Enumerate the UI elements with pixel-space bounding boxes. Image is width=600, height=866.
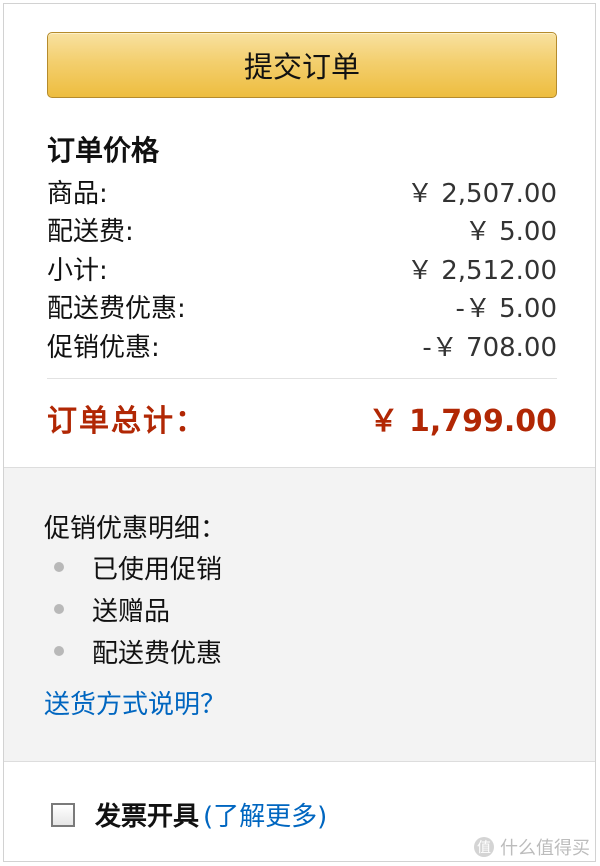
price-row-label: 促销优惠: (47, 332, 160, 363)
invoice-label: 发票开具 (95, 802, 200, 832)
promo-details-title: 促销优惠明细： (44, 514, 227, 544)
promo-item-label: 配送费优惠 (92, 638, 223, 669)
watermark-text: 什么值得买 (500, 838, 590, 859)
promo-list: 已使用促销 送赠品 配送费优惠 (54, 546, 222, 672)
price-row-value: -￥ 708.00 (422, 332, 557, 363)
invoice-checkbox[interactable] (51, 802, 75, 827)
order-total-label: 订单总计： (47, 404, 207, 439)
order-total-value: ￥ 1,799.00 (368, 404, 557, 439)
invoice-option: 发票开具 (了解更多) (51, 796, 327, 833)
price-row-items: 商品: ￥ 2,507.00 (47, 172, 557, 211)
learn-more-link[interactable]: (了解更多) (203, 796, 327, 833)
price-row-value: -￥ 5.00 (455, 294, 557, 325)
watermark: 值 什么值得买 (474, 834, 590, 860)
price-row-shipping-discount: 配送费优惠: -￥ 5.00 (47, 288, 557, 327)
bullet-icon (54, 604, 64, 614)
watermark-logo-icon: 值 (474, 837, 494, 857)
order-total: 订单总计： ￥ 1,799.00 (47, 392, 557, 444)
order-summary-panel: 提交订单 订单价格 商品: ￥ 2,507.00 配送费: ￥ 5.00 小计:… (3, 3, 596, 862)
list-item: 配送费优惠 (54, 630, 222, 672)
price-row-label: 配送费优惠: (47, 294, 186, 325)
price-row-label: 配送费: (47, 217, 134, 248)
list-item: 已使用促销 (54, 546, 222, 588)
promo-details-section: 促销优惠明细： 已使用促销 送赠品 配送费优惠 送货方式说明？ (4, 467, 595, 762)
submit-order-button[interactable]: 提交订单 (47, 32, 557, 98)
price-row-label: 商品: (47, 178, 108, 209)
price-row-label: 小计: (47, 255, 108, 286)
price-breakdown: 商品: ￥ 2,507.00 配送费: ￥ 5.00 小计: ￥ 2,512.0… (47, 172, 557, 365)
price-row-value: ￥ 2,512.00 (406, 255, 557, 286)
list-item: 送赠品 (54, 588, 222, 630)
promo-item-label: 已使用促销 (92, 554, 223, 585)
divider (47, 378, 557, 379)
price-row-value: ￥ 5.00 (464, 217, 557, 248)
bullet-icon (54, 646, 64, 656)
price-row-subtotal: 小计: ￥ 2,512.00 (47, 249, 557, 288)
order-price-heading: 订单价格 (47, 134, 160, 167)
shipping-info-link[interactable]: 送货方式说明？ (44, 684, 226, 721)
price-row-shipping: 配送费: ￥ 5.00 (47, 211, 557, 250)
bullet-icon (54, 562, 64, 572)
price-row-value: ￥ 2,507.00 (406, 178, 557, 209)
price-row-promo-discount: 促销优惠: -￥ 708.00 (47, 326, 557, 365)
promo-item-label: 送赠品 (92, 596, 171, 627)
